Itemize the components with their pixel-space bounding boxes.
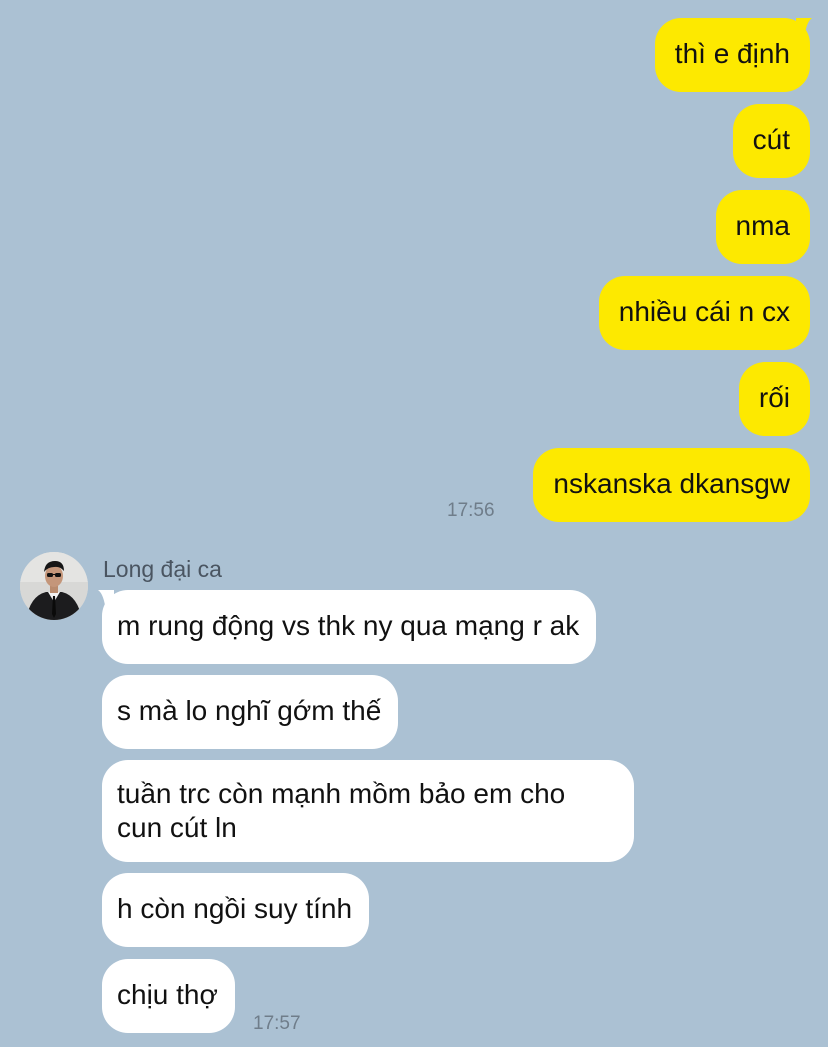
bubble-tail-icon [796, 18, 812, 40]
message-text: nhiều cái n cx [618, 296, 790, 327]
incoming-message[interactable]: s mà lo nghĩ gớm thế [102, 675, 399, 749]
incoming-message[interactable]: h còn ngồi suy tính [102, 873, 370, 947]
message-text: nma [735, 210, 790, 241]
outgoing-message[interactable]: nma [715, 190, 810, 264]
message-timestamp: 17:56 [447, 500, 495, 521]
outgoing-message[interactable]: thì e định [654, 18, 810, 92]
message-text: rối [758, 382, 790, 413]
bubble-tail-icon [98, 590, 114, 612]
sender-avatar[interactable] [20, 552, 88, 620]
message-text: tuần trc còn mạnh mồm bảo em cho cun cút… [117, 778, 566, 843]
outgoing-message[interactable]: rối [738, 362, 810, 436]
message-timestamp: 17:57 [253, 1013, 301, 1034]
message-text: m rung động vs thk ny qua mạng r ak [117, 610, 580, 641]
incoming-message[interactable]: chịu thợ [102, 959, 235, 1033]
message-text: chịu thợ [117, 979, 218, 1010]
message-text: thì e định [674, 38, 790, 69]
incoming-message[interactable]: tuần trc còn mạnh mồm bảo em cho cun cút… [102, 760, 634, 862]
message-text: nskanska dkansgw [553, 468, 790, 499]
message-text: s mà lo nghĩ gớm thế [117, 695, 382, 726]
message-text: cút [752, 124, 790, 155]
sender-name: Long đại ca [103, 556, 222, 582]
outgoing-message[interactable]: nskanska dkansgw [533, 448, 810, 522]
incoming-message[interactable]: m rung động vs thk ny qua mạng r ak [102, 590, 597, 664]
message-text: h còn ngồi suy tính [117, 893, 353, 924]
person-avatar-icon [20, 552, 88, 620]
outgoing-message[interactable]: cút [732, 104, 810, 178]
outgoing-message[interactable]: nhiều cái n cx [598, 276, 810, 350]
